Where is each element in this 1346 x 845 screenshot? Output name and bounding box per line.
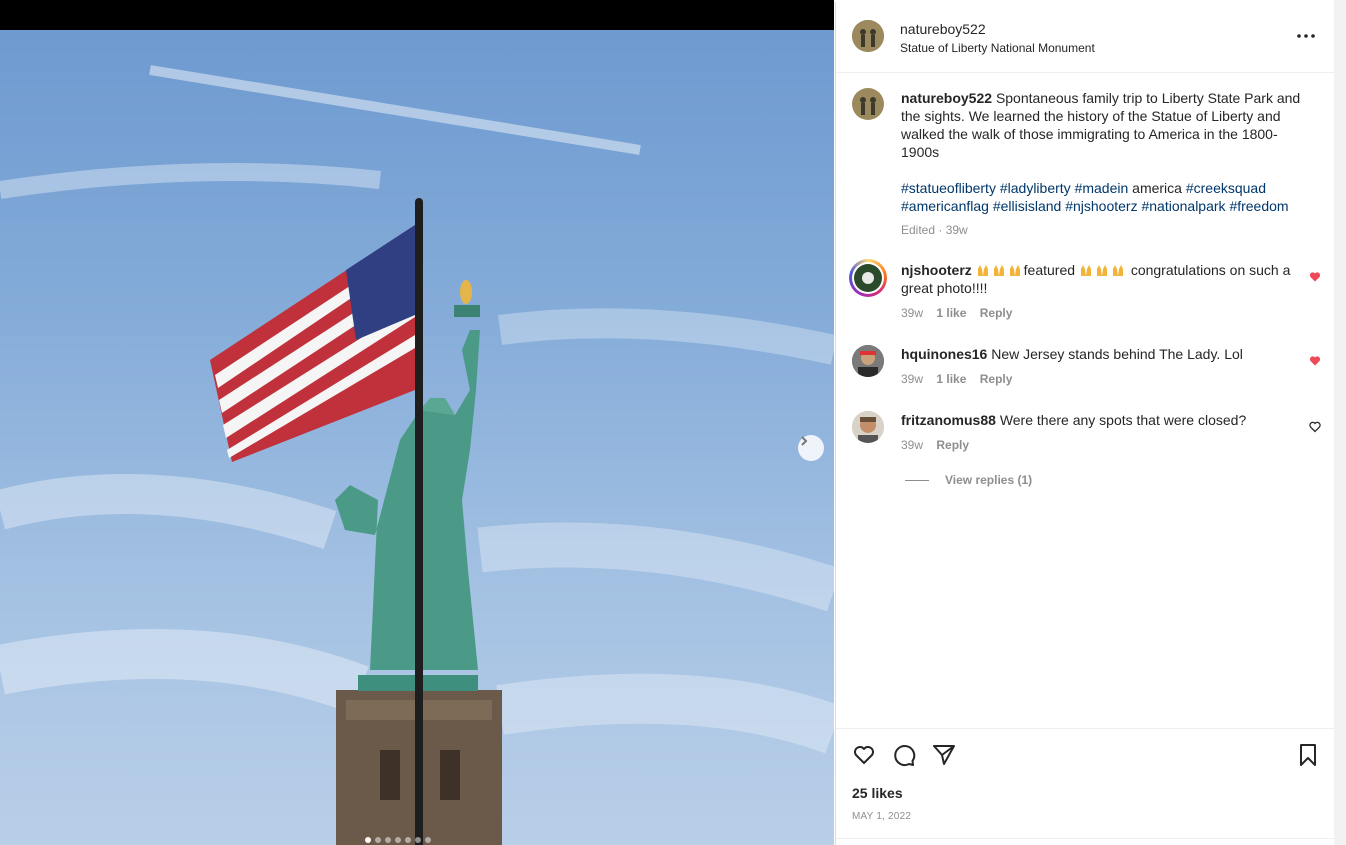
avatar-image bbox=[852, 345, 884, 377]
reply-button[interactable]: Reply bbox=[980, 372, 1013, 386]
hashtag[interactable]: #creeksquad bbox=[1186, 180, 1266, 196]
top-black-bar bbox=[0, 0, 834, 30]
post-date: MAY 1, 2022 bbox=[852, 811, 912, 822]
next-photo-button[interactable] bbox=[798, 435, 824, 461]
comment-meta: 39w 1 like Reply bbox=[901, 306, 1012, 320]
page-scroll-gutter bbox=[1334, 0, 1346, 845]
comment-button[interactable] bbox=[892, 743, 916, 767]
more-horizontal-icon bbox=[1297, 34, 1315, 38]
comment-body: njshooterz featured congratulations on s… bbox=[901, 261, 1296, 297]
caption-username[interactable]: natureboy522 bbox=[901, 90, 992, 106]
caption: natureboy522 Spontaneous family trip to … bbox=[901, 89, 1311, 161]
comment-like-button[interactable] bbox=[1309, 270, 1321, 282]
comment-like-button[interactable] bbox=[1309, 354, 1321, 366]
comment-meta: 39w Reply bbox=[901, 438, 969, 452]
hashtag[interactable]: #njshooterz bbox=[1065, 198, 1137, 214]
heart-filled-icon bbox=[1309, 272, 1321, 282]
hashtag-plain-text: america bbox=[1132, 180, 1182, 196]
post-photo[interactable] bbox=[0, 30, 834, 845]
view-replies[interactable]: View replies (1) bbox=[905, 473, 1032, 487]
save-button[interactable] bbox=[1296, 743, 1320, 767]
view-replies-link[interactable]: View replies (1) bbox=[945, 473, 1032, 487]
carousel-dot bbox=[375, 837, 381, 843]
carousel-dot bbox=[415, 837, 421, 843]
caption-edited-meta: Edited · 39w bbox=[901, 223, 968, 237]
author-avatar[interactable] bbox=[852, 20, 884, 52]
comment-time: 39w bbox=[901, 438, 924, 452]
comment-avatar-story-ring[interactable] bbox=[849, 259, 887, 297]
heart-icon bbox=[854, 746, 874, 764]
comment-username[interactable]: njshooterz bbox=[901, 262, 972, 278]
comment-like-button[interactable] bbox=[1309, 420, 1321, 433]
comment-body: hquinones16 New Jersey stands behind The… bbox=[901, 345, 1296, 363]
caption-avatar[interactable] bbox=[852, 88, 884, 120]
share-button[interactable] bbox=[932, 743, 956, 767]
comment-username[interactable]: hquinones16 bbox=[901, 346, 987, 362]
comment-text: featured bbox=[1023, 262, 1076, 278]
reply-button[interactable]: Reply bbox=[980, 306, 1013, 320]
carousel-dot bbox=[425, 837, 431, 843]
heart-filled-icon bbox=[1309, 356, 1321, 366]
comment-text: New Jersey stands behind The Lady. Lol bbox=[991, 346, 1243, 362]
statue-of-liberty-photo bbox=[0, 65, 834, 845]
hashtag[interactable]: #statueofliberty bbox=[901, 180, 996, 196]
comment-likes[interactable]: 1 like bbox=[936, 306, 966, 320]
author-username[interactable]: natureboy522 bbox=[900, 21, 986, 37]
chevron-right-icon bbox=[801, 436, 808, 446]
reply-button[interactable]: Reply bbox=[936, 438, 969, 452]
post-details-panel: natureboy522 Statue of Liberty National … bbox=[835, 2, 1334, 845]
likes-count[interactable]: 25 likes bbox=[852, 785, 903, 801]
avatar-image bbox=[852, 411, 884, 443]
hashtag[interactable]: #nationalpark bbox=[1141, 198, 1225, 214]
share-icon bbox=[933, 745, 955, 765]
carousel-dot bbox=[395, 837, 401, 843]
comment-time: 39w bbox=[901, 306, 924, 320]
comment-avatar bbox=[854, 264, 882, 292]
like-button[interactable] bbox=[852, 743, 876, 767]
carousel-dot bbox=[365, 837, 371, 843]
comment-avatar[interactable] bbox=[852, 411, 884, 443]
comment-body: fritzanomus88 Were there any spots that … bbox=[901, 411, 1296, 429]
heart-outline-icon bbox=[1309, 421, 1321, 433]
carousel-dots bbox=[365, 837, 431, 843]
comment-icon bbox=[894, 745, 916, 766]
avatar-image bbox=[852, 88, 884, 120]
hashtag[interactable]: #ladyliberty bbox=[1000, 180, 1071, 196]
comment-text: Were there any spots that were closed? bbox=[999, 412, 1247, 428]
avatar-image bbox=[852, 20, 884, 52]
hands-emoji-icon bbox=[976, 262, 1024, 278]
divider bbox=[836, 838, 1334, 839]
hashtag[interactable]: #madein bbox=[1075, 180, 1129, 196]
carousel-dot bbox=[385, 837, 391, 843]
post-location[interactable]: Statue of Liberty National Monument bbox=[900, 41, 1095, 55]
post-actions: 25 likes MAY 1, 2022 bbox=[836, 728, 1334, 844]
hashtags: #statueofliberty #ladyliberty #madein am… bbox=[901, 179, 1321, 215]
comment-avatar[interactable] bbox=[852, 345, 884, 377]
more-options-button[interactable] bbox=[1294, 28, 1318, 44]
comment-meta: 39w 1 like Reply bbox=[901, 372, 1012, 386]
hashtag[interactable]: #americanflag bbox=[901, 198, 989, 214]
hashtag[interactable]: #ellisisland bbox=[993, 198, 1061, 214]
comment-likes[interactable]: 1 like bbox=[936, 372, 966, 386]
carousel-dot bbox=[405, 837, 411, 843]
hashtag[interactable]: #freedom bbox=[1229, 198, 1288, 214]
divider-line bbox=[905, 479, 929, 481]
bookmark-icon bbox=[1300, 744, 1316, 766]
comment-time: 39w bbox=[901, 372, 924, 386]
post-header: natureboy522 Statue of Liberty National … bbox=[836, 2, 1334, 73]
comment-username[interactable]: fritzanomus88 bbox=[901, 412, 996, 428]
hands-emoji-icon bbox=[1079, 262, 1127, 278]
